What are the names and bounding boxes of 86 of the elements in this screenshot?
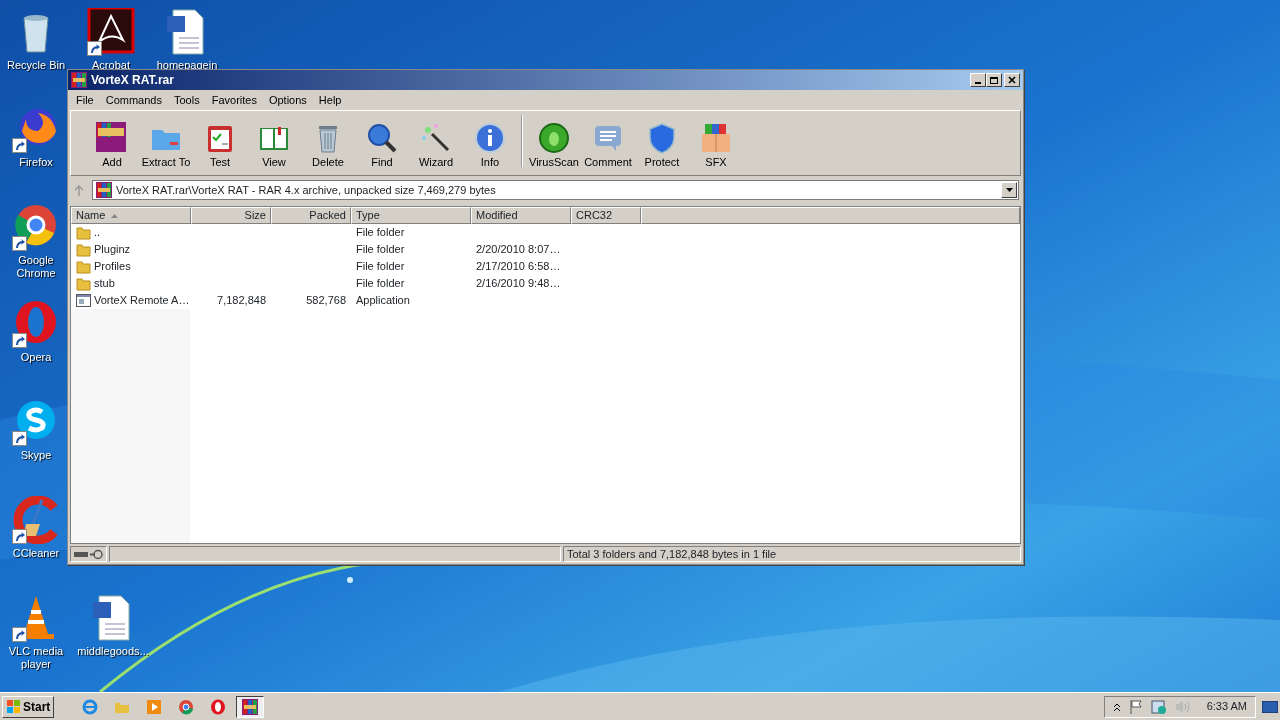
menu-item[interactable]: Favorites [205,90,263,110]
close-button[interactable] [1004,73,1020,87]
opera-icon [210,698,227,715]
chrome-icon [178,698,195,715]
table-cell-text: File folder [355,276,406,292]
menu-item[interactable]: File [70,90,100,110]
magic-wand-icon [420,121,452,154]
minimize-icon [975,81,981,84]
ccleaner-icon [12,496,60,544]
network-icon [1150,698,1167,715]
windows-logo-icon [6,699,21,714]
column-header[interactable]: Size [191,207,271,224]
maximize-icon [989,75,999,85]
desktop-icon-label[interactable]: Acrobat [92,59,130,72]
browser-e-icon [82,698,99,715]
up-arrow-icon [72,183,86,197]
column-header[interactable]: CRC32 [571,207,641,224]
toolbar-button[interactable]: Protect [635,121,689,170]
desktop-icon-label[interactable]: Skype [20,449,52,462]
flag-icon [1128,698,1143,715]
table-cell-text: 7,182,848 [216,293,267,309]
table-cell-text: Application [355,293,411,309]
play-icon [146,698,163,715]
toolbar-button[interactable]: VirusScan [527,121,581,170]
taskbar-button[interactable] [236,695,265,718]
toolbar-button[interactable]: Info [463,121,517,170]
desktop-icon-label[interactable]: Recycle Bin [6,59,66,72]
toolbar-button[interactable]: SFX [689,121,743,170]
desktop-icon-label[interactable]: CCleaner [12,547,60,560]
desktop-icon-label[interactable]: middlegoods... [77,645,149,658]
menu-item[interactable]: Help [312,90,348,110]
toolbar-button[interactable]: Extract To [139,121,193,170]
table-cell-text: File folder [355,242,406,258]
table-cell-text: 2/17/2010 6:58… [475,259,562,275]
table-cell-text: 582,768 [305,293,347,309]
table-cell-text: 2/20/2010 8:07… [475,242,562,258]
archive-icon [242,698,259,715]
drive-key-icon [74,548,103,560]
table-cell: Profiles [71,258,191,275]
minimize-button[interactable] [970,73,986,87]
desktop-icon-label[interactable]: VLC media player [1,645,71,671]
table-cell: stub [71,275,191,292]
table-cell: VorteX Remote A… [71,292,191,309]
column-header[interactable]: Packed [271,207,351,224]
column-header[interactable]: Name [71,207,191,224]
pdf-icon [87,8,135,56]
toolbar-button[interactable]: Wizard [409,121,463,170]
toolbar-button[interactable]: Comment [581,121,635,170]
table-cell: .. [71,224,191,241]
start-button[interactable]: Start [2,695,55,718]
menu-item[interactable]: Commands [99,90,168,110]
path-text: VorteX RAT.rar\VorteX RAT - RAR 4.x archive, unpacked size 7,469,279 bytes [116,182,496,198]
archive-icon [96,182,112,198]
desktop-icon-label[interactable]: homepagein [156,59,218,72]
search-icon [366,121,398,154]
maximize-button[interactable] [986,73,1002,87]
toolbar-button[interactable]: Add [85,121,139,170]
speaker-icon [1174,698,1191,715]
column-header[interactable]: Type [351,207,471,224]
toolbar-button[interactable]: Find [355,121,409,170]
toolbar-button[interactable]: View [247,121,301,170]
window-title: VorteX RAT.rar [91,72,174,89]
chevron-up-icon [1112,701,1121,712]
desktop-icon-label[interactable]: Opera [20,351,52,364]
table-cell-text: 2/16/2010 9:48… [475,276,562,292]
path-dropdown[interactable]: VorteX RAT.rar\VorteX RAT - RAR 4.x archive, unpacked size 7,469,279 bytes [92,180,1019,200]
shield-icon [646,121,678,154]
box-icon [700,121,732,154]
desktop-icon-label[interactable]: Google Chrome [1,254,71,280]
table-cell-text: File folder [355,259,406,275]
column-header[interactable]: Modified [471,207,571,224]
toolbar-button[interactable]: Test [193,121,247,170]
menu-item[interactable]: Tools [168,90,206,110]
close-icon [1007,75,1017,85]
archive-books-icon [96,121,128,154]
show-desktop-icon [1262,700,1278,713]
archive-icon [71,72,87,88]
table-cell-text: File folder [355,225,406,241]
status-text: Total 3 folders and 7,182,848 bytes in 1 file [563,546,1021,562]
caret-icon [1005,188,1013,192]
toolbar-button[interactable]: Delete [301,121,355,170]
desktop-icon-label[interactable]: Firefox [19,156,53,169]
table-cell: Pluginz [71,241,191,258]
menu-item[interactable]: Options [262,90,313,110]
info-icon [474,121,506,154]
clock: 6:33 AM [1206,699,1247,715]
